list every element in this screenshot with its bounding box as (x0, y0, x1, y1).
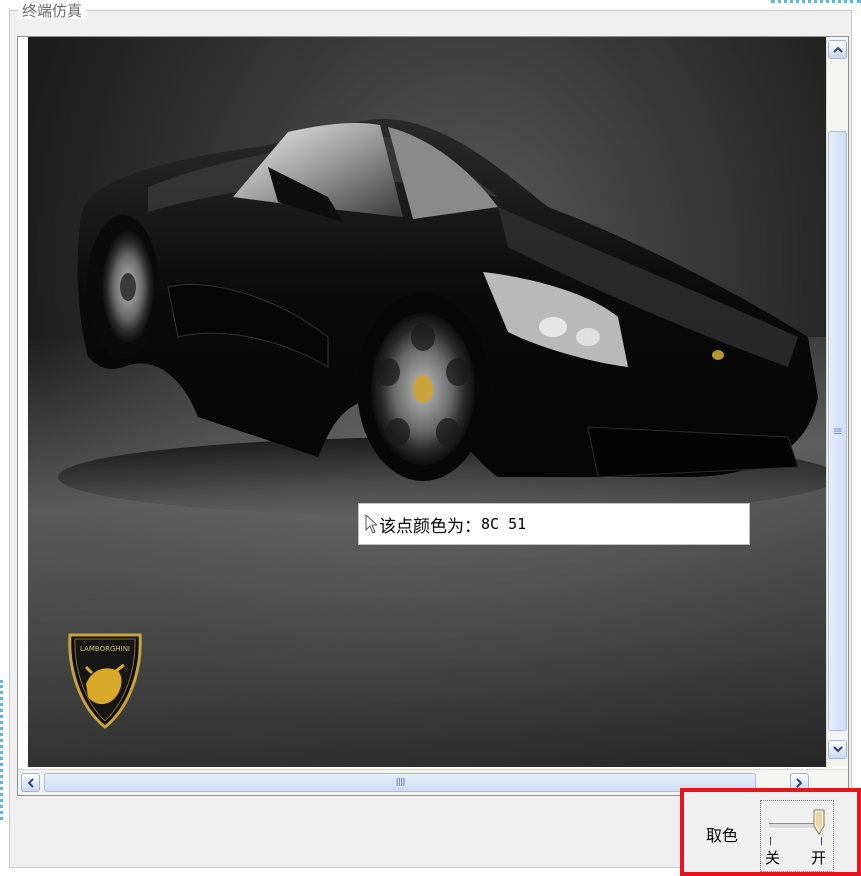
horizontal-scroll-thumb[interactable]: IIII (44, 773, 756, 792)
switch-on-label: 开 (811, 849, 827, 867)
chevron-down-icon (832, 746, 843, 753)
groupbox-title: 终端仿真 (18, 4, 87, 19)
switch-tick-on (821, 837, 822, 845)
switch-tick-off (770, 837, 771, 845)
color-picker-panel: 取色 关 开 (680, 788, 861, 876)
color-readout-value: 8C 51 (481, 515, 527, 533)
chevron-right-icon (796, 777, 803, 788)
car-illustration (58, 118, 826, 517)
color-readout-label: 该点颜色为： (379, 516, 481, 537)
switch-off-label: 关 (765, 849, 781, 867)
chevron-left-icon (27, 777, 34, 788)
pointer-cursor-icon (365, 514, 377, 534)
chevron-up-icon (832, 46, 843, 53)
scroll-down-button[interactable] (828, 740, 847, 759)
color-readout-tooltip: 该点颜色为： 8C 51 (358, 503, 750, 545)
scroll-up-button[interactable] (828, 40, 847, 59)
logo-text: LAMBORGHINI (80, 645, 130, 653)
car-image[interactable]: LAMBORGHINI (28, 37, 826, 767)
horizontal-grip-icon: IIII (395, 776, 406, 789)
vertical-grip-icon: ≡ (832, 424, 843, 438)
color-picker-label: 取色 (706, 826, 739, 845)
color-picker-switch[interactable]: 关 开 (760, 800, 834, 872)
vertical-scrollbar[interactable]: ≡ (826, 37, 848, 767)
scroll-left-button[interactable] (21, 773, 40, 792)
vertical-scroll-thumb[interactable]: ≡ (828, 131, 847, 731)
lamborghini-logo-icon: LAMBORGHINI (68, 633, 142, 729)
switch-knob-icon[interactable] (813, 809, 825, 835)
terminal-emulation-window: 终端仿真 LAMBORGHINI 该点颜色为： 8C 51 ≡ IIII 取色 … (0, 0, 861, 876)
image-viewport[interactable]: LAMBORGHINI 该点颜色为： 8C 51 ≡ IIII (17, 36, 849, 796)
